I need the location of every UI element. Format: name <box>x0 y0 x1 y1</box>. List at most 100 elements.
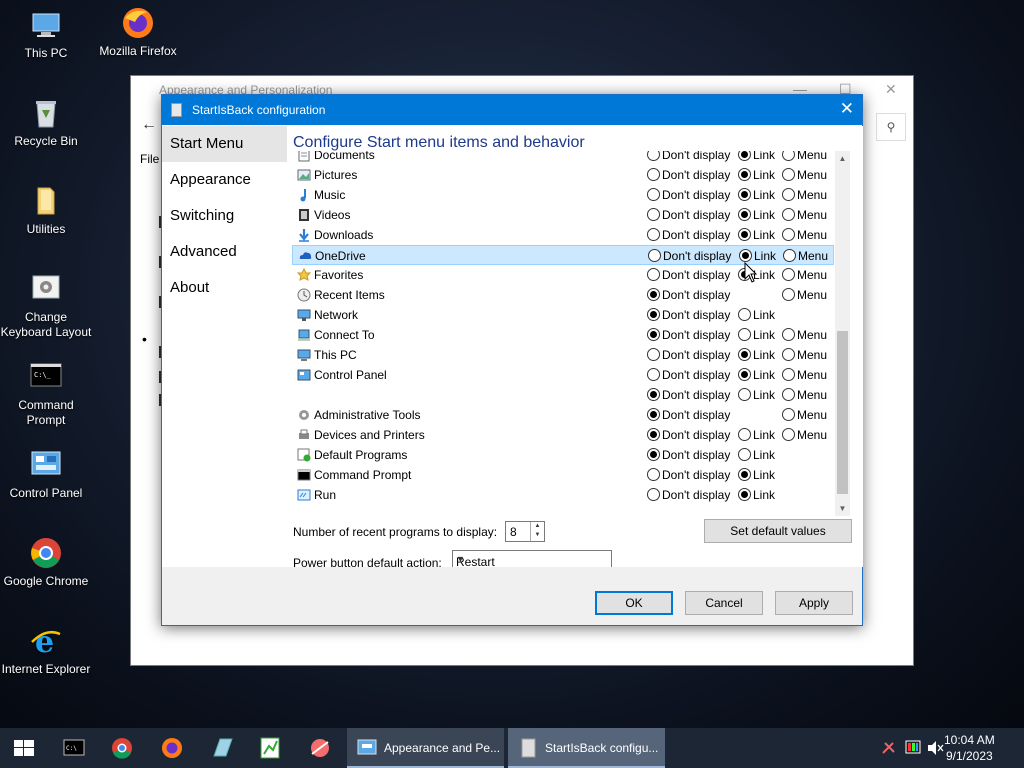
scroll-thumb[interactable] <box>837 331 848 494</box>
radio-link[interactable]: Link <box>739 249 776 263</box>
ok-button[interactable]: OK <box>595 591 673 615</box>
radio-circle[interactable] <box>738 428 751 441</box>
radio-link[interactable]: Link <box>738 308 775 322</box>
radio-menu[interactable]: Menu <box>782 228 827 242</box>
nav-switching[interactable]: Switching <box>162 198 287 234</box>
vertical-scrollbar[interactable]: ▲ ▼ <box>835 151 850 516</box>
radio-circle[interactable] <box>782 208 795 221</box>
radio-dont[interactable]: Don't display <box>647 228 730 242</box>
start-menu-item-row[interactable]: Control Panel Don't display Link Menu <box>292 365 834 385</box>
radio-circle[interactable] <box>782 348 795 361</box>
taskbar-app-4[interactable] <box>200 728 244 768</box>
radio-dont[interactable]: Don't display <box>647 151 730 162</box>
radio-link[interactable]: Link <box>738 468 775 482</box>
radio-dont[interactable]: Don't display <box>647 388 730 402</box>
radio-circle[interactable] <box>782 328 795 341</box>
start-button[interactable] <box>0 728 48 768</box>
radio-link[interactable]: Link <box>738 208 775 222</box>
radio-circle[interactable] <box>782 368 795 381</box>
radio-link[interactable]: Link <box>738 168 775 182</box>
taskbar-chrome[interactable] <box>100 728 144 768</box>
radio-circle[interactable] <box>738 188 751 201</box>
radio-dont[interactable]: Don't display <box>647 208 730 222</box>
radio-circle[interactable] <box>648 249 661 262</box>
radio-dont[interactable]: Don't display <box>647 308 730 322</box>
system-clock[interactable]: 10:04 AM 9/1/2023 <box>944 732 995 764</box>
radio-menu[interactable]: Menu <box>782 151 827 162</box>
radio-link[interactable]: Link <box>738 151 775 162</box>
search-icon[interactable]: ⚲ <box>876 113 906 141</box>
start-menu-item-row[interactable]: Run Don't display Link <box>292 485 834 505</box>
cancel-button[interactable]: Cancel <box>685 591 763 615</box>
start-menu-item-row[interactable]: Music Don't display Link Menu <box>292 185 834 205</box>
radio-menu[interactable]: Menu <box>782 348 827 362</box>
start-menu-item-row[interactable]: Command Prompt Don't display Link <box>292 465 834 485</box>
taskbar-command-prompt[interactable]: C:\ <box>52 728 96 768</box>
taskbar-app-5[interactable] <box>248 728 292 768</box>
radio-menu[interactable]: Menu <box>782 428 827 442</box>
start-menu-item-row[interactable]: Default Programs Don't display Link <box>292 445 834 465</box>
radio-circle[interactable] <box>647 228 660 241</box>
radio-circle[interactable] <box>738 228 751 241</box>
radio-circle[interactable] <box>739 249 752 262</box>
apply-button[interactable]: Apply <box>775 591 853 615</box>
radio-circle[interactable] <box>647 348 660 361</box>
nav-advanced[interactable]: Advanced <box>162 234 287 270</box>
radio-circle[interactable] <box>647 308 660 321</box>
radio-circle[interactable] <box>647 151 660 161</box>
radio-link[interactable]: Link <box>738 388 775 402</box>
radio-dont[interactable]: Don't display <box>647 168 730 182</box>
radio-dont[interactable]: Don't display <box>647 328 730 342</box>
radio-menu[interactable]: Menu <box>782 408 827 422</box>
radio-dont[interactable]: Don't display <box>647 408 730 422</box>
scroll-down-icon[interactable]: ▼ <box>835 501 850 516</box>
start-menu-item-row[interactable]: Videos Don't display Link Menu <box>292 205 834 225</box>
desktop-icon-utilities[interactable]: Utilities <box>0 184 92 237</box>
radio-menu[interactable]: Menu <box>782 208 827 222</box>
nav-appearance[interactable]: Appearance <box>162 162 287 198</box>
radio-dont[interactable]: Don't display <box>648 249 731 263</box>
radio-dont[interactable]: Don't display <box>647 488 730 502</box>
radio-circle[interactable] <box>647 448 660 461</box>
radio-link[interactable]: Link <box>738 448 775 462</box>
radio-dont[interactable]: Don't display <box>647 268 730 282</box>
radio-circle[interactable] <box>738 168 751 181</box>
radio-circle[interactable] <box>783 249 796 262</box>
radio-circle[interactable] <box>647 468 660 481</box>
radio-menu[interactable]: Menu <box>782 168 827 182</box>
radio-menu[interactable]: Menu <box>782 268 827 282</box>
radio-circle[interactable] <box>782 408 795 421</box>
radio-link[interactable]: Link <box>738 328 775 342</box>
desktop-icon-google-chrome[interactable]: Google Chrome <box>0 536 92 589</box>
start-menu-item-row[interactable]: Pictures Don't display Link Menu <box>292 165 834 185</box>
radio-dont[interactable]: Don't display <box>647 188 730 202</box>
radio-dont[interactable]: Don't display <box>647 428 730 442</box>
desktop-icon-firefox[interactable]: Mozilla Firefox <box>92 6 184 59</box>
radio-circle[interactable] <box>782 428 795 441</box>
radio-circle[interactable] <box>738 308 751 321</box>
radio-menu[interactable]: Menu <box>782 328 827 342</box>
radio-circle[interactable] <box>738 388 751 401</box>
radio-circle[interactable] <box>647 488 660 501</box>
start-menu-item-row[interactable]: Administrative Tools Don't display Menu <box>292 405 834 425</box>
radio-circle[interactable] <box>738 208 751 221</box>
radio-link[interactable]: Link <box>738 488 775 502</box>
radio-circle[interactable] <box>738 468 751 481</box>
dialog-titlebar[interactable]: StartIsBack configuration ✕ <box>162 95 862 125</box>
radio-dont[interactable]: Don't display <box>647 468 730 482</box>
radio-link[interactable]: Link <box>738 368 775 382</box>
radio-menu[interactable]: Menu <box>782 288 827 302</box>
taskbar-firefox[interactable] <box>150 728 194 768</box>
start-menu-item-row[interactable]: Downloads Don't display Link Menu <box>292 225 834 245</box>
radio-circle[interactable] <box>738 448 751 461</box>
desktop-icon-change-keyboard-layout[interactable]: Change Keyboard Layout <box>0 272 92 340</box>
taskbar-app-6[interactable] <box>298 728 342 768</box>
radio-circle[interactable] <box>738 488 751 501</box>
radio-circle[interactable] <box>738 348 751 361</box>
close-icon[interactable]: ✕ <box>840 99 854 119</box>
radio-circle[interactable] <box>647 428 660 441</box>
radio-circle[interactable] <box>647 208 660 221</box>
desktop-icon-this-pc[interactable]: This PC <box>0 8 92 61</box>
radio-circle[interactable] <box>782 388 795 401</box>
radio-circle[interactable] <box>647 328 660 341</box>
